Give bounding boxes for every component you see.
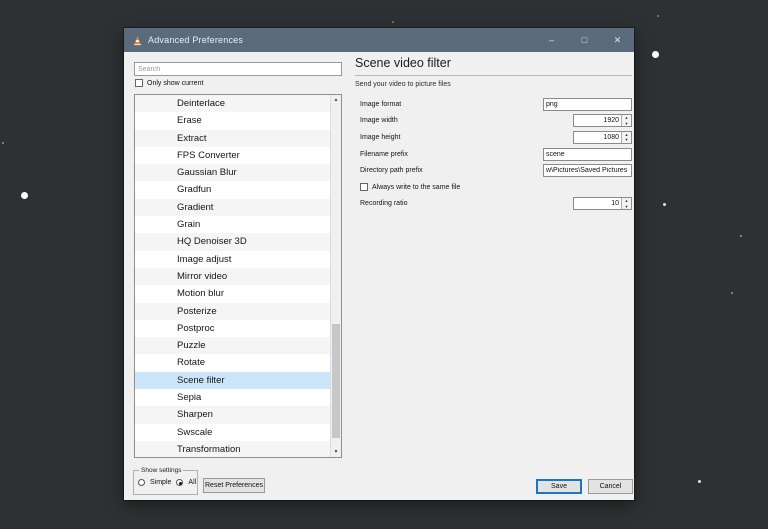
list-item-rotate[interactable]: Rotate [135, 354, 330, 371]
settings-form: Image format Image width ▴▾ Image height ▴▾ F… [355, 96, 632, 212]
image-height-spinbox[interactable]: ▴▾ [573, 131, 632, 144]
desktop-dot [392, 21, 394, 23]
form-row-image-format: Image format [355, 96, 632, 113]
radio-all-label: All [188, 479, 196, 486]
only-show-current-checkbox[interactable] [135, 79, 143, 87]
desktop-dot [731, 292, 733, 294]
filename-prefix-label: Filename prefix [355, 151, 408, 158]
form-row-directory-path-prefix: Directory path prefix [355, 162, 632, 179]
close-button[interactable]: ✕ [601, 28, 634, 52]
radio-simple-label: Simple [150, 479, 171, 486]
titlebar[interactable]: Advanced Preferences – □ ✕ [124, 28, 634, 52]
show-settings-label: Show settings [139, 467, 183, 474]
window-controls: – □ ✕ [535, 28, 634, 52]
spin-down-icon[interactable]: ▾ [622, 137, 631, 143]
desktop-dot [740, 235, 742, 237]
image-width-label: Image width [355, 117, 398, 124]
recording-ratio-value[interactable] [574, 198, 621, 209]
show-settings-group: Show settings Simple All [133, 470, 198, 495]
desktop-dot [652, 51, 659, 58]
list-item-hq-denoiser-3d[interactable]: HQ Denoiser 3D [135, 233, 330, 250]
image-format-label: Image format [355, 101, 401, 108]
image-height-value[interactable] [574, 132, 621, 143]
directory-path-prefix-input[interactable] [543, 164, 632, 177]
list-item-motion-blur[interactable]: Motion blur [135, 285, 330, 302]
list-item-mirror-video[interactable]: Mirror video [135, 268, 330, 285]
list-item-gradient[interactable]: Gradient [135, 199, 330, 216]
directory-path-prefix-label: Directory path prefix [355, 167, 423, 174]
list-item-postproc[interactable]: Postproc [135, 320, 330, 337]
vlc-cone-icon [132, 35, 143, 46]
recording-ratio-label: Recording ratio [355, 200, 407, 207]
list-item-deinterlace[interactable]: Deinterlace [135, 95, 330, 112]
image-height-label: Image height [355, 134, 400, 141]
form-row-recording-ratio: Recording ratio ▴▾ [355, 196, 632, 213]
only-show-current-label: Only show current [147, 80, 203, 87]
reset-preferences-button[interactable]: Reset Preferences [203, 478, 265, 493]
window-title: Advanced Preferences [148, 35, 243, 45]
always-write-to-the-same-file-label: Always write to the same file [372, 184, 460, 191]
image-width-spinbox[interactable]: ▴▾ [573, 114, 632, 127]
form-row-image-height: Image height ▴▾ [355, 129, 632, 146]
desktop-dot [698, 480, 701, 483]
scroll-down-icon[interactable]: ▼ [331, 447, 341, 457]
filter-list-inner: DeinterlaceEraseExtractFPS ConverterGaus… [135, 95, 330, 457]
filter-list: DeinterlaceEraseExtractFPS ConverterGaus… [134, 94, 342, 458]
list-item-gradfun[interactable]: Gradfun [135, 181, 330, 198]
list-item-posterize[interactable]: Posterize [135, 303, 330, 320]
desktop-dot [657, 15, 659, 17]
list-item-scene-filter[interactable]: Scene filter [135, 372, 330, 389]
recording-ratio-spinbox[interactable]: ▴▾ [573, 197, 632, 210]
list-item-erase[interactable]: Erase [135, 112, 330, 129]
list-item-extract[interactable]: Extract [135, 130, 330, 147]
desktop-background: Advanced Preferences – □ ✕ Only show cur… [0, 0, 768, 529]
page-subtitle: Send your video to picture files [355, 81, 451, 88]
desktop-dot [2, 142, 4, 144]
list-item-swscale[interactable]: Swscale [135, 424, 330, 441]
form-row-always-write-to-the-same-file: Always write to the same file [355, 179, 632, 196]
list-item-transformation[interactable]: Transformation [135, 441, 330, 457]
list-item-grain[interactable]: Grain [135, 216, 330, 233]
list-item-image-adjust[interactable]: Image adjust [135, 251, 330, 268]
preferences-window: Advanced Preferences – □ ✕ Only show cur… [124, 28, 634, 500]
form-row-image-width: Image width ▴▾ [355, 113, 632, 130]
list-item-sepia[interactable]: Sepia [135, 389, 330, 406]
list-scrollbar[interactable]: ▲ ▼ [330, 95, 341, 457]
list-item-puzzle[interactable]: Puzzle [135, 337, 330, 354]
radio-all[interactable] [176, 479, 183, 486]
minimize-button[interactable]: – [535, 28, 568, 52]
always-write-to-the-same-file-checkbox[interactable] [360, 183, 368, 191]
desktop-dot [663, 203, 666, 206]
maximize-button[interactable]: □ [568, 28, 601, 52]
scrollbar-thumb[interactable] [332, 324, 340, 438]
save-button[interactable]: Save [536, 479, 582, 494]
image-format-input[interactable] [543, 98, 632, 111]
filename-prefix-input[interactable] [543, 148, 632, 161]
spin-down-icon[interactable]: ▾ [622, 121, 631, 127]
desktop-dot [21, 192, 28, 199]
radio-simple[interactable] [138, 479, 145, 486]
page-title: Scene video filter [355, 56, 451, 70]
title-divider [355, 75, 632, 76]
only-show-current-option[interactable]: Only show current [135, 79, 203, 87]
cancel-button[interactable]: Cancel [588, 479, 633, 494]
spin-down-icon[interactable]: ▾ [622, 204, 631, 210]
list-item-gaussian-blur[interactable]: Gaussian Blur [135, 164, 330, 181]
list-item-fps-converter[interactable]: FPS Converter [135, 147, 330, 164]
image-width-value[interactable] [574, 115, 621, 126]
form-row-filename-prefix: Filename prefix [355, 146, 632, 163]
list-item-sharpen[interactable]: Sharpen [135, 406, 330, 423]
scroll-up-icon[interactable]: ▲ [331, 95, 341, 105]
show-settings-radios: Simple All [138, 479, 196, 486]
search-input[interactable] [134, 62, 342, 76]
